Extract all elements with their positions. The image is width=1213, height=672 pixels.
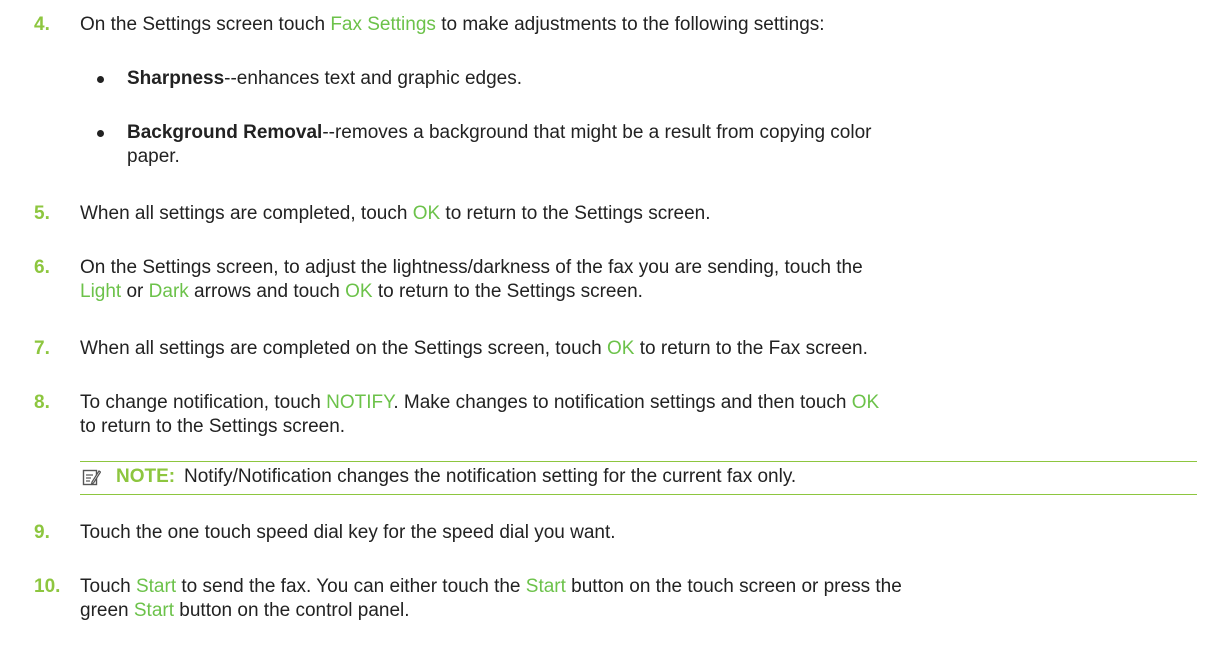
bullet-description: --enhances text and graphic edges. — [224, 68, 523, 89]
note-pencil-icon — [82, 469, 101, 486]
ok-link[interactable]: OK — [345, 281, 372, 302]
step-text-part: to return to the Settings screen. — [372, 281, 643, 302]
note-box: NOTE: Notify/Notification changes the no… — [80, 461, 1197, 495]
bullet-term: Sharpness — [127, 68, 225, 89]
bullet-text: Background Removal--removes a background… — [127, 121, 1187, 145]
step-text: Touch Start to send the fax. You can eit… — [80, 575, 1190, 599]
bullet-text: Sharpness--enhances text and graphic edg… — [127, 67, 1187, 91]
step-text: to return to the Settings screen. — [80, 416, 346, 437]
step-text-part: On the Settings screen touch — [80, 14, 331, 35]
notify-link[interactable]: NOTIFY — [326, 392, 393, 413]
step-text-part: to return to the Fax screen. — [634, 338, 868, 359]
step-text-part: arrows and touch — [188, 281, 346, 302]
ok-link[interactable]: OK — [413, 203, 440, 224]
step-text-part: to return to the Settings screen. — [440, 203, 711, 224]
step-text: Light or Dark arrows and touch OK to ret… — [80, 280, 1190, 304]
step-text-part: When all settings are completed on the S… — [80, 338, 608, 359]
start-link[interactable]: Start — [136, 576, 176, 597]
ok-link[interactable]: OK — [607, 338, 634, 359]
bullet-icon — [97, 76, 104, 83]
step-number: 4. — [34, 14, 50, 35]
start-link[interactable]: Start — [526, 576, 566, 597]
start-link[interactable]: Start — [134, 600, 174, 621]
step-text-part: . Make changes to notification settings … — [393, 392, 852, 413]
fax-settings-link[interactable]: Fax Settings — [330, 14, 436, 35]
step-text-part: button on the touch screen or press the — [565, 576, 902, 597]
step-number: 7. — [34, 338, 50, 359]
ok-link[interactable]: OK — [852, 392, 879, 413]
step-number: 10. — [34, 576, 61, 597]
bullet-description: --removes a background that might be a r… — [322, 122, 872, 143]
step-text-part: button on the control panel. — [174, 600, 410, 621]
step-text: Touch the one touch speed dial key for t… — [80, 522, 616, 543]
step-text: When all settings are completed on the S… — [80, 337, 1190, 361]
step-text: green Start button on the control panel. — [80, 599, 1190, 623]
step-text-part: or — [121, 281, 149, 302]
step-text-part: green — [80, 600, 134, 621]
step-number: 6. — [34, 257, 50, 278]
step-number: 9. — [34, 522, 50, 543]
step-number: 5. — [34, 203, 50, 224]
step-text: On the Settings screen touch Fax Setting… — [80, 13, 1190, 37]
step-text: To change notification, touch NOTIFY. Ma… — [80, 391, 1190, 415]
step-text-part: Touch — [80, 576, 136, 597]
step-text-part: When all settings are completed, touch — [80, 203, 413, 224]
bullet-description-cont: paper. — [127, 146, 180, 167]
note-text: Notify/Notification changes the notifica… — [184, 466, 797, 487]
step-text-part: To change notification, touch — [80, 392, 327, 413]
step-text: On the Settings screen, to adjust the li… — [80, 257, 863, 278]
step-text-part: to send the fax. You can either touch th… — [176, 576, 526, 597]
note-label: NOTE: — [116, 466, 176, 487]
dark-link[interactable]: Dark — [149, 281, 189, 302]
light-link[interactable]: Light — [80, 281, 121, 302]
bullet-term: Background Removal — [127, 122, 323, 143]
bullet-icon — [97, 130, 104, 137]
step-number: 8. — [34, 392, 50, 413]
step-text: When all settings are completed, touch O… — [80, 202, 1190, 226]
step-text-part: to make adjustments to the following set… — [435, 14, 825, 35]
